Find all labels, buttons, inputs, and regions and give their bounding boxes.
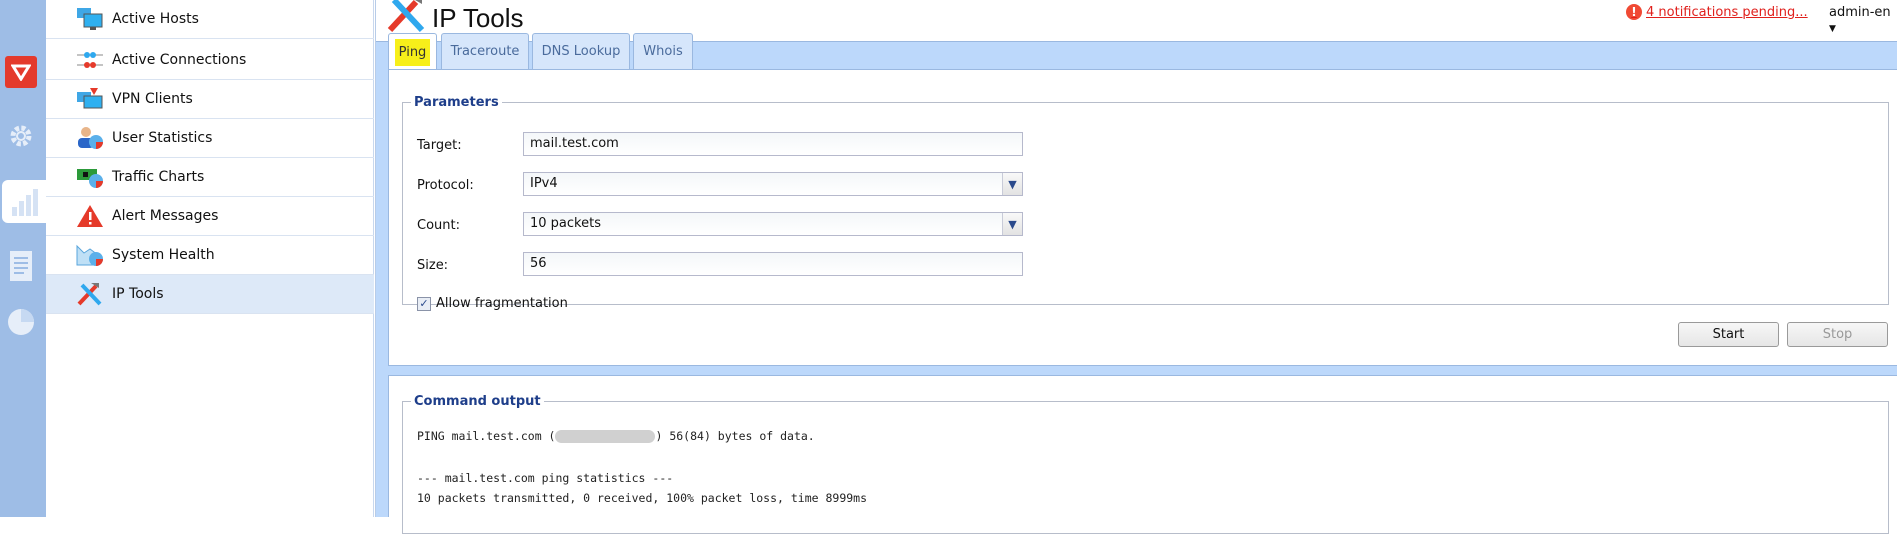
notifications-link[interactable]: ! 4 notifications pending... <box>1626 4 1808 20</box>
chevron-down-icon[interactable]: ▼ <box>1002 213 1022 235</box>
sidebar-item-active-hosts[interactable]: Active Hosts <box>46 0 374 39</box>
fragmentation-row[interactable]: ✓ Allow fragmentation <box>417 296 568 311</box>
main-content: IP Tools ! 4 notifications pending... ad… <box>375 0 1897 534</box>
sidebar-item-traffic-charts[interactable]: Traffic Charts <box>46 158 374 197</box>
output-line: PING mail.test.com () 56(84) bytes of da… <box>417 429 815 443</box>
count-label: Count: <box>417 218 460 233</box>
sidebar: Active Hosts Active Connections VPN Clie… <box>46 0 374 517</box>
tab-whois[interactable]: Whois <box>633 33 693 69</box>
caret-down-icon: ▼ <box>1829 24 1836 34</box>
output-line: --- mail.test.com ping statistics --- <box>417 471 674 485</box>
chevron-down-icon[interactable]: ▼ <box>1002 173 1022 195</box>
protocol-label: Protocol: <box>417 178 474 193</box>
hosts-icon <box>76 7 104 31</box>
output-line: 10 packets transmitted, 0 received, 100%… <box>417 491 868 505</box>
pie-chart-icon[interactable] <box>5 306 37 338</box>
size-input[interactable]: 56 <box>523 252 1023 276</box>
protocol-select[interactable]: IPv4 ▼ <box>523 172 1023 196</box>
parameters-legend: Parameters <box>414 95 499 110</box>
app-rail <box>0 0 46 517</box>
size-label: Size: <box>417 258 449 273</box>
connections-icon <box>76 48 104 72</box>
count-select[interactable]: 10 packets ▼ <box>523 212 1023 236</box>
system-health-icon <box>76 243 104 267</box>
gear-icon[interactable] <box>5 120 37 152</box>
stop-button[interactable]: Stop <box>1787 322 1888 347</box>
output-panel: Command output PING mail.test.com () 56(… <box>388 375 1897 534</box>
tab-traceroute[interactable]: Traceroute <box>441 33 529 69</box>
user-menu[interactable]: admin-en ▼ <box>1829 5 1897 35</box>
fragmentation-checkbox[interactable]: ✓ <box>417 296 431 311</box>
sidebar-item-ip-tools[interactable]: IP Tools <box>46 275 374 314</box>
sidebar-item-active-connections[interactable]: Active Connections <box>46 41 374 80</box>
tab-dns-lookup[interactable]: DNS Lookup <box>532 33 630 69</box>
parameters-fieldset: Parameters Target: mail.test.com Protoco… <box>402 95 1889 311</box>
ip-tools-icon <box>76 282 104 306</box>
sidebar-item-system-health[interactable]: System Health <box>46 236 374 275</box>
sidebar-item-vpn-clients[interactable]: VPN Clients <box>46 80 374 119</box>
tab-ping[interactable]: Ping <box>388 33 437 70</box>
alert-icon <box>76 204 104 228</box>
shield-icon[interactable] <box>5 56 37 88</box>
target-input[interactable]: mail.test.com <box>523 132 1023 156</box>
traffic-charts-icon <box>76 165 104 189</box>
vpn-clients-icon <box>76 87 104 111</box>
document-icon[interactable] <box>5 250 37 282</box>
ping-panel: Parameters Target: mail.test.com Protoco… <box>388 69 1897 366</box>
target-label: Target: <box>417 138 462 153</box>
warning-icon: ! <box>1626 4 1642 20</box>
redacted-ip <box>555 430 656 443</box>
user-statistics-icon <box>76 126 104 150</box>
start-button[interactable]: Start <box>1678 322 1779 347</box>
sidebar-item-alert-messages[interactable]: Alert Messages <box>46 197 374 236</box>
command-output-legend: Command output <box>414 394 541 409</box>
command-output-fieldset: Command output PING mail.test.com () 56(… <box>402 394 1889 534</box>
sidebar-item-user-statistics[interactable]: User Statistics <box>46 119 374 158</box>
bar-chart-icon[interactable] <box>2 180 46 223</box>
